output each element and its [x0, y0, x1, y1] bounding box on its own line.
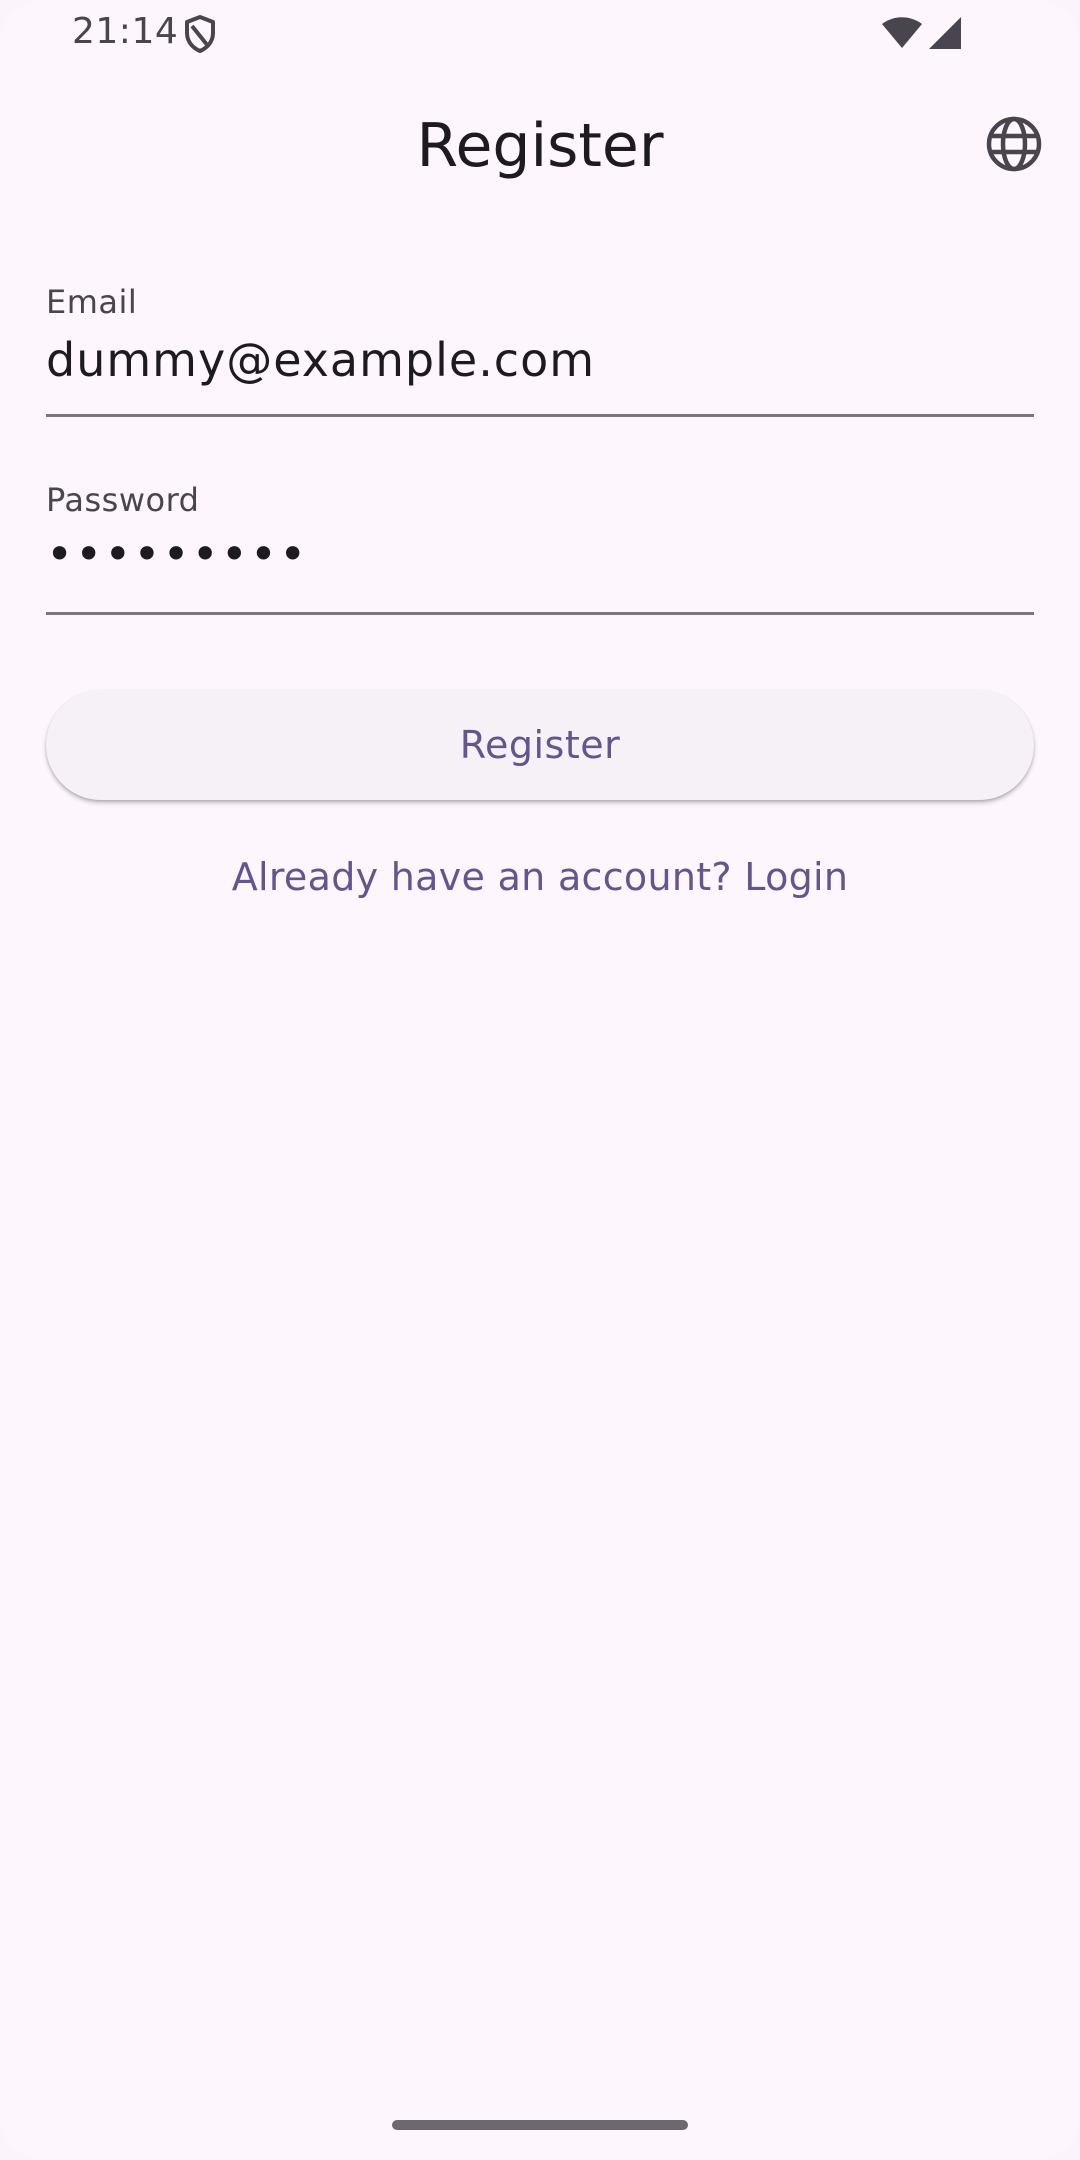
- password-label: Password: [46, 481, 200, 519]
- home-indicator[interactable]: [392, 2120, 688, 2130]
- page-title: Register: [416, 111, 664, 181]
- password-input[interactable]: •••••••••: [46, 524, 1034, 584]
- status-bar: 21:14: [0, 0, 1080, 64]
- register-screen: 21:14 Register Email dummy@example.com P…: [0, 0, 1080, 2160]
- wifi-icon: [880, 16, 924, 50]
- email-field[interactable]: Email dummy@example.com: [46, 270, 1034, 417]
- app-bar: Register: [0, 96, 1080, 196]
- language-button[interactable]: [976, 108, 1052, 184]
- status-time: 21:14: [72, 11, 179, 52]
- login-link[interactable]: Already have an account? Login: [0, 852, 1080, 902]
- register-button-label: Register: [459, 723, 621, 767]
- email-input[interactable]: dummy@example.com: [46, 330, 1034, 390]
- register-button[interactable]: Register: [46, 690, 1034, 800]
- globe-icon: [986, 116, 1042, 176]
- shield-icon: [182, 14, 218, 54]
- password-field[interactable]: Password •••••••••: [46, 468, 1034, 615]
- email-label: Email: [46, 283, 138, 321]
- cell-signal-icon: [928, 16, 962, 50]
